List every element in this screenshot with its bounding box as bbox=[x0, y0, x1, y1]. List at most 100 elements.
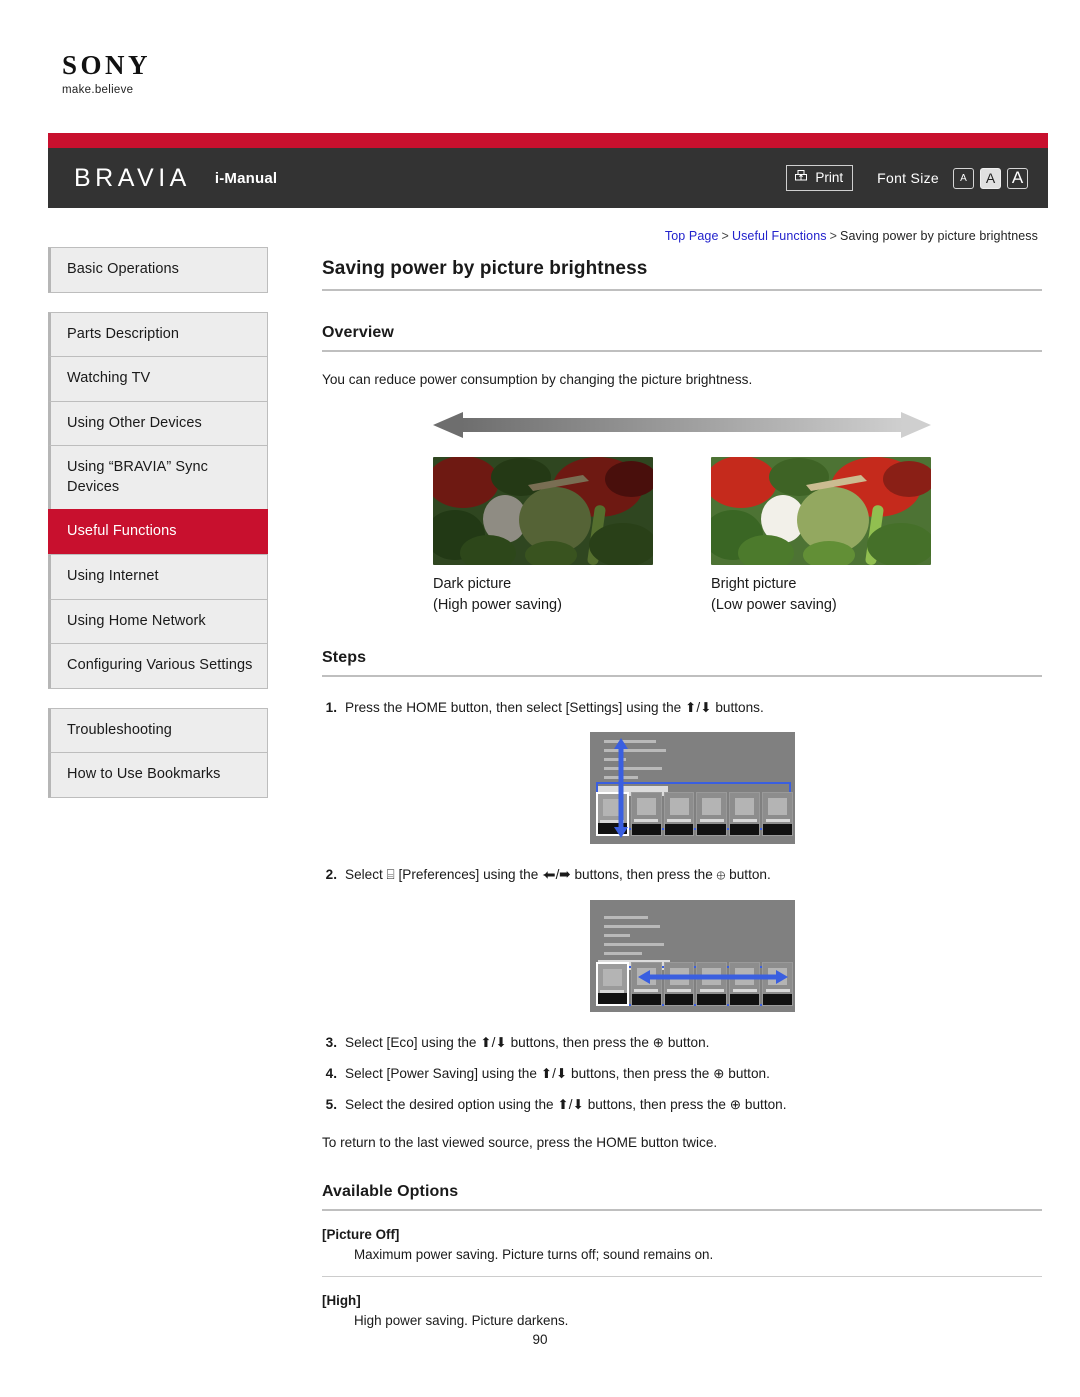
font-size-large-button[interactable]: A bbox=[1007, 167, 1028, 189]
option-high-description: High power saving. Picture darkens. bbox=[354, 1312, 569, 1328]
tv-menu-tile bbox=[663, 792, 695, 837]
tv-menu-tile bbox=[729, 961, 761, 1006]
breadcrumb-separator-2: > bbox=[829, 229, 838, 243]
steps-heading: Steps bbox=[322, 649, 367, 667]
sony-wordmark: SONY bbox=[62, 50, 152, 80]
dark-picture-caption: Dark picture (High power saving) bbox=[433, 574, 653, 616]
brightness-photos bbox=[433, 457, 931, 566]
step-3: 3. Select [Eco] using the ⬆/⬇ buttons, t… bbox=[322, 1032, 1042, 1053]
overview-divider bbox=[322, 350, 1042, 352]
breadcrumb-link-useful-functions[interactable]: Useful Functions bbox=[732, 229, 827, 243]
tv-menu-tile bbox=[762, 961, 793, 1006]
sidebar-item-using-internet[interactable]: Using Internet bbox=[48, 553, 268, 599]
steps-divider bbox=[322, 675, 1042, 678]
brightness-figure: Dark picture (High power saving) Bright … bbox=[322, 410, 1042, 616]
header-red-accent bbox=[48, 133, 1048, 148]
main-content: Saving power by picture brightness Overv… bbox=[322, 258, 1042, 1328]
step-4-number: 4. bbox=[325, 1065, 337, 1081]
imanual-label: i-Manual bbox=[214, 169, 278, 187]
bright-picture-photo bbox=[711, 457, 931, 566]
bright-picture-caption-line1: Bright picture bbox=[711, 576, 797, 593]
steps-list: 1. Press the HOME button, then select [S… bbox=[322, 697, 1042, 718]
breadcrumb: Top Page > Useful Functions > Saving power b… bbox=[665, 229, 1038, 243]
page-title: Saving power by picture brightness bbox=[322, 258, 648, 279]
dark-picture-caption-line2: (High power saving) bbox=[433, 597, 562, 614]
step-5: 5. Select the desired option using the ⬆… bbox=[322, 1094, 1042, 1115]
step-5-number: 5. bbox=[325, 1096, 337, 1112]
tv-menu-screenshot-settings bbox=[590, 732, 795, 845]
sidebar-item-using-bravia-sync-devices[interactable]: Using “BRAVIA” Sync Devices bbox=[48, 445, 268, 510]
brightness-captions: Dark picture (High power saving) Bright … bbox=[433, 574, 931, 616]
font-size-medium-button[interactable]: A bbox=[980, 167, 1001, 189]
header-tools: Print Font Size A A A bbox=[786, 165, 1028, 191]
option-high-name: [High] bbox=[322, 1292, 361, 1308]
step-4: 4. Select [Power Saving] using the ⬆/⬇ b… bbox=[322, 1063, 1042, 1084]
print-button[interactable]: Print bbox=[786, 165, 854, 191]
sidebar-group-3: Troubleshooting How to Use Bookmarks bbox=[48, 707, 268, 798]
steps-list-3: 3. Select [Eco] using the ⬆/⬇ buttons, t… bbox=[322, 1032, 1042, 1115]
step-5-text: Select the desired option using the ⬆/⬇ … bbox=[345, 1096, 787, 1112]
title-divider bbox=[322, 289, 1042, 291]
breadcrumb-separator: > bbox=[721, 229, 729, 243]
dark-picture-caption-line1: Dark picture bbox=[433, 576, 512, 593]
step-1-number: 1. bbox=[325, 700, 337, 716]
option-high: [High] High power saving. Picture darken… bbox=[322, 1293, 1042, 1328]
tv-menu-horizontal-arrow bbox=[638, 969, 788, 984]
sidebar-item-basic-operations[interactable]: Basic Operations bbox=[48, 247, 268, 293]
sidebar-item-troubleshooting[interactable]: Troubleshooting bbox=[48, 707, 268, 753]
sidebar-item-configuring-various-settings[interactable]: Configuring Various Settings bbox=[48, 643, 268, 689]
tv-menu-tile bbox=[762, 792, 793, 837]
option-picture-off-name: [Picture Off] bbox=[322, 1226, 400, 1242]
bright-picture-caption-line2: (Low power saving) bbox=[711, 597, 837, 614]
page-number: 90 bbox=[532, 1332, 548, 1347]
font-size-buttons: A A A bbox=[953, 167, 1028, 189]
step-2-number: 2. bbox=[325, 867, 337, 883]
print-button-label: Print bbox=[815, 170, 844, 185]
breadcrumb-link-top-page[interactable]: Top Page bbox=[665, 229, 719, 243]
steps-list-2: 2. Select ⌸ [Preferences] using the ⬅/➡ … bbox=[322, 864, 1042, 885]
sidebar-item-useful-functions[interactable]: Useful Functions bbox=[48, 509, 268, 554]
option-picture-off-description: Maximum power saving. Picture turns off;… bbox=[354, 1246, 714, 1262]
tv-menu-vertical-arrow bbox=[614, 738, 628, 839]
tv-menu-tile bbox=[663, 961, 695, 1006]
step-3-text: Select [Eco] using the ⬆/⬇ buttons, then… bbox=[345, 1034, 710, 1050]
font-size-label: Font Size bbox=[877, 170, 939, 186]
sony-tagline: make.believe bbox=[62, 84, 134, 96]
step-1-text: Press the HOME button, then select [Sett… bbox=[345, 700, 764, 716]
step-4-text: Select [Power Saving] using the ⬆/⬇ butt… bbox=[345, 1065, 770, 1081]
printer-icon bbox=[794, 169, 808, 186]
bravia-logo: BRAVIA bbox=[74, 163, 191, 192]
step-3-number: 3. bbox=[325, 1034, 337, 1050]
step-1: 1. Press the HOME button, then select [S… bbox=[322, 697, 1042, 718]
sidebar-item-using-other-devices[interactable]: Using Other Devices bbox=[48, 400, 268, 446]
option-picture-off: [Picture Off] Maximum power saving. Pict… bbox=[322, 1227, 1042, 1262]
dark-picture-photo bbox=[433, 457, 653, 566]
tv-menu-tile bbox=[696, 792, 728, 837]
overview-heading: Overview bbox=[322, 324, 394, 341]
step-2: 2. Select ⌸ [Preferences] using the ⬅/➡ … bbox=[322, 864, 1042, 885]
font-size-small-button[interactable]: A bbox=[953, 167, 974, 189]
tv-menu-screenshot-preferences bbox=[590, 899, 795, 1012]
tv-menu-text-lines-2 bbox=[604, 915, 664, 961]
breadcrumb-current: Saving power by picture brightness bbox=[840, 229, 1038, 243]
option-divider bbox=[322, 1275, 1042, 1277]
brightness-gradient-arrow bbox=[433, 410, 931, 445]
bright-picture-caption: Bright picture (Low power saving) bbox=[711, 574, 931, 616]
step-2-text: Select ⌸ [Preferences] using the ⬅/➡ but… bbox=[345, 867, 771, 883]
sidebar-item-watching-tv[interactable]: Watching TV bbox=[48, 356, 268, 401]
header-bar: BRAVIA i-Manual Print Font Size A A A bbox=[48, 148, 1048, 208]
tv-menu-tiles-2 bbox=[596, 961, 793, 1006]
sidebar-group-2: Parts Description Watching TV Using Othe… bbox=[48, 311, 268, 689]
tv-menu-tile bbox=[729, 792, 761, 837]
sidebar-item-parts-description[interactable]: Parts Description bbox=[48, 311, 268, 357]
available-options-heading: Available Options bbox=[322, 1182, 459, 1200]
sidebar-item-using-home-network[interactable]: Using Home Network bbox=[48, 598, 268, 644]
sidebar-item-how-to-use-bookmarks[interactable]: How to Use Bookmarks bbox=[48, 752, 268, 798]
steps-note: To return to the last viewed source, pre… bbox=[322, 1134, 718, 1150]
sidebar-group-1: Basic Operations bbox=[48, 247, 268, 293]
available-options-divider bbox=[322, 1208, 1042, 1211]
sidebar: Basic Operations Parts Description Watch… bbox=[48, 247, 268, 817]
tv-menu-tile bbox=[630, 792, 662, 837]
tv-menu-tile bbox=[696, 961, 728, 1006]
overview-text: You can reduce power consumption by chan… bbox=[322, 372, 753, 387]
